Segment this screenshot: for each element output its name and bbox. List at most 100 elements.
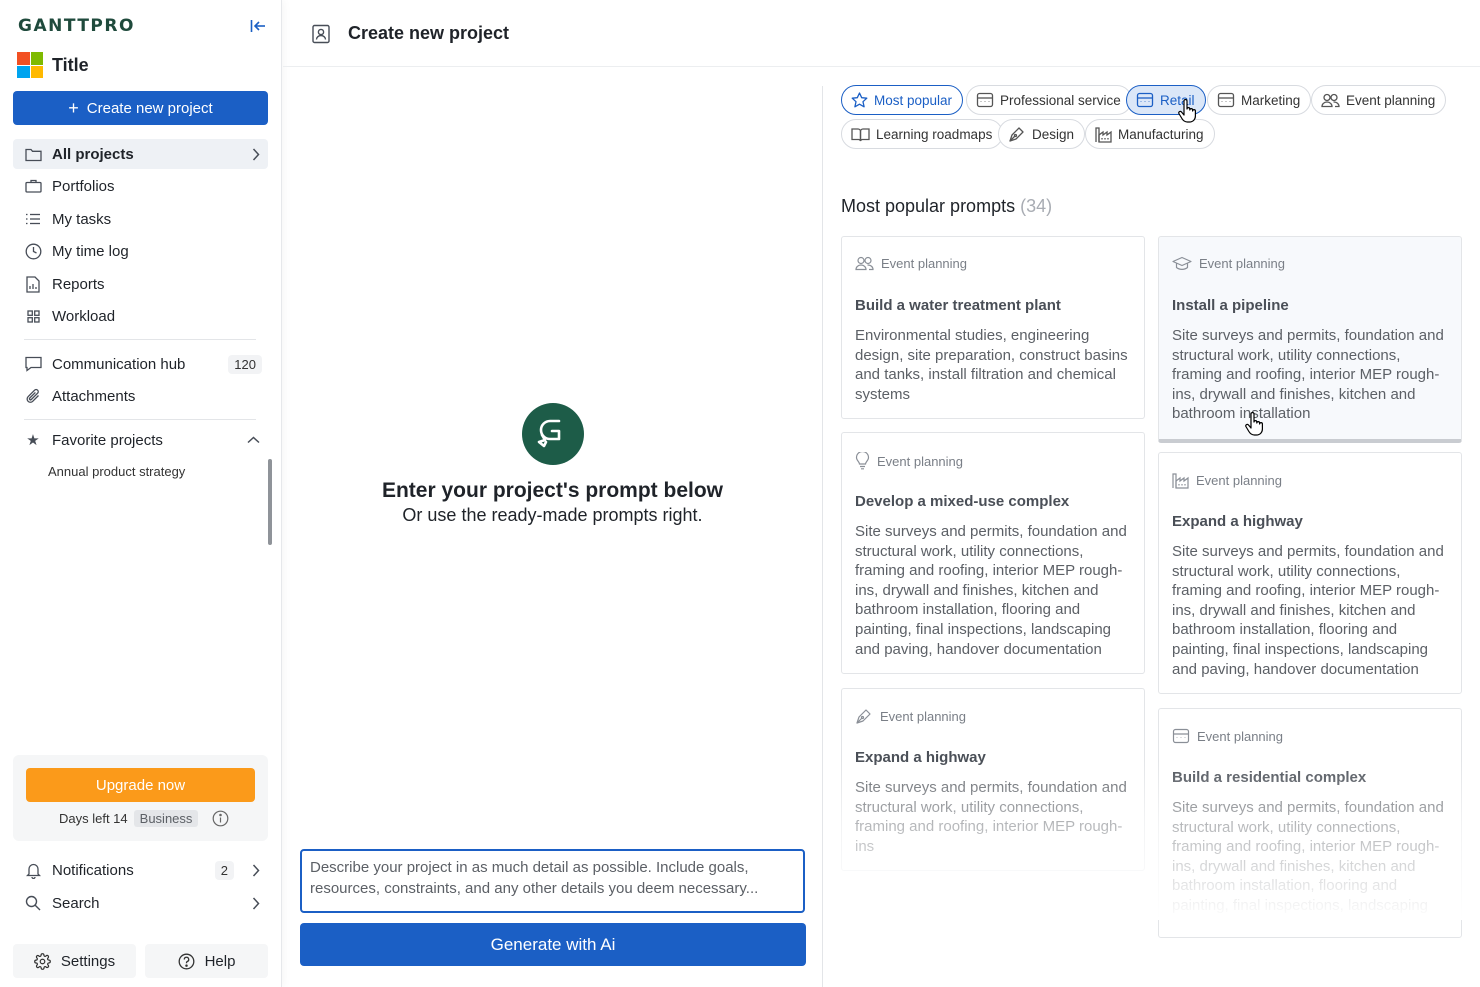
filter-chip-label: Retail [1160, 92, 1195, 108]
folder-icon [24, 145, 42, 163]
sidebar-item-my-tasks[interactable]: My tasks [13, 204, 268, 234]
filter-chip-manufacturing[interactable]: Manufacturing [1085, 119, 1215, 149]
filter-chip-design[interactable]: Design [998, 119, 1086, 149]
card-category: Event planning [1172, 728, 1283, 744]
prompt-card[interactable]: Event planning Install a pipeline Site s… [1158, 236, 1462, 443]
sidebar-item-label: Attachments [52, 387, 136, 405]
days-left-text: Days left 14 [59, 811, 128, 826]
sidebar-divider [24, 419, 256, 420]
store-icon [1136, 92, 1154, 108]
help-button[interactable]: Help [145, 944, 268, 978]
card-category-label: Event planning [877, 453, 964, 469]
pen-icon [855, 708, 873, 725]
filter-chip-most-popular[interactable]: Most popular [841, 85, 964, 115]
sidebar-item-communication-hub[interactable]: Communication hub 120 [13, 349, 268, 379]
chevron-right-icon [252, 863, 260, 877]
filter-chip-marketing[interactable]: Marketing [1207, 85, 1312, 115]
card-category-label: Event planning [881, 256, 968, 271]
prompt-card[interactable]: Event planning Expand a highway Site sur… [1158, 452, 1462, 694]
sidebar-item-search[interactable]: Search [13, 888, 268, 918]
card-category: Event planning [855, 256, 967, 271]
upgrade-now-button[interactable]: Upgrade now [26, 768, 255, 802]
card-category-label: Event planning [1197, 728, 1284, 744]
project-prompt-input[interactable] [300, 849, 805, 913]
generate-with-ai-button[interactable]: Generate with Ai [300, 923, 806, 966]
filter-chip-label: Learning roadmaps [876, 126, 993, 142]
store-icon [1217, 92, 1235, 108]
page-header: Create new project [283, 0, 1480, 67]
pen-icon [1008, 126, 1026, 143]
lightbulb-icon [855, 452, 870, 470]
project-icon [311, 24, 331, 44]
card-category: Event planning [855, 452, 963, 470]
filter-chip-event-planning[interactable]: Event planning [1311, 85, 1447, 115]
workspace-switcher[interactable]: Title [17, 52, 89, 78]
sidebar-item-portfolios[interactable]: Portfolios [13, 171, 268, 201]
star-icon: ★ [26, 432, 40, 449]
sidebar-item-all-projects[interactable]: All projects [13, 139, 268, 169]
create-new-project-button[interactable]: + Create new project [13, 91, 268, 125]
prompt-subheading: Or use the ready-made prompts right. [402, 505, 703, 525]
sidebar-header: GANTTPRO [18, 14, 268, 38]
filter-chip-learning-roadmaps[interactable]: Learning roadmaps [841, 119, 1004, 149]
page-title: Create new project [348, 23, 510, 43]
favorite-projects-toggle[interactable]: ★ Favorite projects [13, 425, 268, 455]
upgrade-panel: Upgrade now Days left 14 Business [13, 755, 268, 841]
factory-icon [1172, 472, 1189, 489]
sidebar-item-label: My tasks [52, 210, 112, 228]
sidebar-item-attachments[interactable]: Attachments [13, 381, 268, 411]
prompts-section-title: Most popular prompts (34) [841, 196, 1052, 217]
sidebar-item-label: Communication hub [52, 355, 186, 373]
filter-chip-label: Manufacturing [1118, 126, 1204, 142]
filter-chip-professional-service[interactable]: Professional service [966, 85, 1132, 115]
info-icon[interactable] [212, 810, 229, 827]
card-title: Install a pipeline [1172, 297, 1289, 314]
sidebar-item-my-time-log[interactable]: My time log [13, 236, 268, 266]
factory-icon [1095, 126, 1112, 143]
sidebar-scrollbar[interactable] [268, 459, 272, 545]
sidebar-item-label: Notifications [52, 861, 134, 879]
help-label: Help [204, 952, 236, 970]
sidebar-item-reports[interactable]: Reports [13, 269, 268, 299]
ganttpro-logo[interactable]: GANTTPRO [18, 16, 135, 36]
notifications-count-badge: 2 [214, 860, 234, 880]
users-icon [855, 256, 874, 271]
create-new-project-label: Create new project [86, 99, 213, 117]
sidebar-item-workload[interactable]: Workload [13, 301, 268, 331]
trial-status: Days left 14 Business [59, 810, 229, 827]
prompt-card[interactable]: Event planning Develop a mixed-use compl… [841, 432, 1145, 674]
sidebar-item-label: My time log [52, 242, 129, 260]
gear-icon [34, 952, 51, 970]
card-category: Event planning [1172, 472, 1282, 489]
settings-button[interactable]: Settings [13, 944, 136, 978]
sidebar-item-label: Workload [52, 307, 116, 325]
card-category: Event planning [855, 708, 966, 725]
chevron-right-icon [252, 147, 260, 161]
card-title: Build a residential complex [1172, 769, 1367, 786]
filter-chip-label: Most popular [874, 92, 953, 108]
card-category-label: Event planning [1199, 256, 1286, 271]
briefcase-icon [24, 177, 42, 195]
chevron-right-icon [252, 896, 260, 910]
favorite-project-item[interactable]: Annual product strategy [48, 464, 185, 479]
settings-label: Settings [60, 952, 116, 970]
graduation-cap-icon [1172, 256, 1192, 271]
card-description: Environmental studies, engineering desig… [855, 327, 1128, 403]
filter-chip-retail[interactable]: Retail [1126, 85, 1206, 115]
collapse-sidebar-icon[interactable] [248, 16, 268, 36]
card-category-label: Event planning [1196, 473, 1283, 488]
prompt-card[interactable]: Event planning Expand a highway Site sur… [841, 688, 1145, 871]
card-description: Site surveys and permits, foundation and… [1172, 327, 1444, 423]
card-title: Expand a highway [855, 749, 986, 766]
communication-hub-count-badge: 120 [228, 354, 262, 374]
card-description: Site surveys and permits, foundation and… [1172, 799, 1444, 914]
sidebar-item-label: All projects [52, 145, 134, 163]
prompt-card[interactable]: Event planning Build a residential compl… [1158, 708, 1462, 938]
sidebar-item-notifications[interactable]: Notifications 2 [13, 855, 268, 885]
report-icon [24, 275, 42, 293]
help-icon [178, 953, 195, 970]
prompt-card[interactable]: Event planning Build a water treatment p… [841, 236, 1145, 419]
list-icon [24, 210, 42, 228]
card-description: Site surveys and permits, foundation and… [1172, 543, 1444, 678]
card-description: Site surveys and permits, foundation and… [855, 523, 1127, 658]
